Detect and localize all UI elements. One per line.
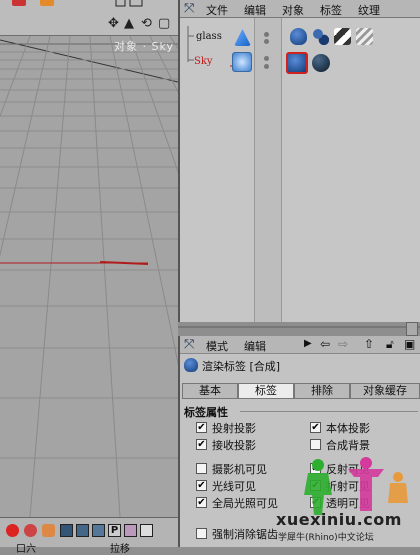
checkbox-force-antialiasing[interactable] — [196, 528, 207, 539]
visibility-render-dot[interactable] — [264, 39, 269, 44]
rotate-key-icon[interactable] — [92, 524, 105, 537]
object-name-glass[interactable]: glass — [196, 31, 222, 42]
label-compositing-background: 合成背景 — [326, 439, 370, 452]
material-tag-icon[interactable] — [312, 28, 329, 45]
menu-tags[interactable]: 标签 — [320, 2, 342, 18]
compositing-tag-icon-selected[interactable] — [286, 52, 308, 74]
render-icon[interactable] — [12, 0, 26, 6]
bottom-label-2: 拉移 — [110, 544, 130, 555]
visibility-render-dot[interactable] — [264, 64, 269, 69]
zoom-view-icon[interactable]: ▲ — [124, 16, 134, 31]
maximize-icon[interactable]: ▢ — [158, 16, 170, 31]
forward-arrow-icon[interactable]: ⇨ — [338, 337, 348, 351]
tab-basic[interactable]: 基本 — [182, 383, 238, 399]
checkbox-receive-shadows[interactable]: ✔ — [196, 439, 207, 450]
checkbox-cast-shadows[interactable]: ✔ — [196, 422, 207, 433]
manager-logo-icon: ⤧ — [184, 337, 195, 352]
sky-object-icon — [232, 52, 252, 72]
label-seen-by-camera: 摄影机可见 — [212, 463, 267, 476]
new-window-icon[interactable]: ▣ — [404, 337, 415, 351]
viewport-grid — [0, 36, 178, 517]
camera-icon[interactable] — [112, 0, 152, 8]
tab-tag[interactable]: 标签 — [238, 383, 294, 399]
texture-tag-icon[interactable] — [334, 28, 351, 45]
label-cast-shadows: 投射投影 — [212, 422, 256, 435]
tag-title-text: 渲染标签 [合成] — [202, 360, 281, 373]
panel-splitter[interactable] — [178, 322, 420, 336]
checkbox-self-shadowing[interactable]: ✔ — [310, 422, 321, 433]
object-manager-menubar: ⤧ 文件 编辑 对象 标签 纹理 — [180, 0, 420, 18]
checkbox-seen-by-camera[interactable] — [196, 463, 207, 474]
visibility-editor-dot[interactable] — [264, 32, 269, 37]
viewport-camera-label: 对象 · Sky — [114, 40, 174, 53]
compositing-tag-icon — [184, 358, 198, 372]
cone-object-icon — [234, 29, 251, 46]
label-receive-shadows: 接收投影 — [212, 439, 256, 452]
section-title: 标签属性 — [184, 406, 228, 419]
autokey-icon[interactable] — [42, 524, 55, 537]
checkbox-seen-by-rays[interactable]: ✔ — [196, 480, 207, 491]
object-manager: ⤧ 文件 编辑 对象 标签 纹理 glass Sky — [178, 0, 420, 322]
timeline-icon[interactable] — [140, 524, 153, 537]
sky-material-tag-icon[interactable] — [312, 54, 330, 72]
rotate-view-icon[interactable]: ⟲ — [141, 16, 152, 31]
render-settings-icon[interactable] — [40, 0, 54, 6]
attribute-manager-menubar: ⤧ 模式 编辑 ▶ ⇦ ⇨ ⇧ 🔓︎ ▣ — [180, 336, 420, 354]
tab-object-buffer[interactable]: 对象缓存 — [350, 383, 420, 399]
checkbox-seen-by-gi[interactable]: ✔ — [196, 497, 207, 508]
pla-key-icon[interactable] — [124, 524, 137, 537]
scrollbar-corner[interactable] — [406, 322, 418, 336]
object-row-glass[interactable]: glass — [180, 28, 420, 48]
menu-file[interactable]: 文件 — [206, 2, 228, 18]
viewport[interactable]: ✥ ▲ ⟲ ▢ 对象 · Sky — [0, 0, 178, 517]
object-row-sky[interactable]: Sky — [180, 52, 420, 74]
menu-objects[interactable]: 对象 — [282, 2, 304, 18]
lock-icon[interactable]: 🔓︎ — [386, 337, 394, 352]
move-key-icon[interactable] — [60, 524, 73, 537]
menu-mode[interactable]: 模式 — [206, 338, 228, 354]
manager-logo-icon: ⤧ — [184, 1, 195, 16]
bottom-label-1: 口六 — [16, 544, 36, 555]
tab-exclusion[interactable]: 排除 — [294, 383, 350, 399]
watermark-caption: 学犀牛(Rhino)中文论坛 — [278, 533, 374, 543]
record-icon[interactable] — [6, 524, 19, 537]
watermark-site: xuexiniu.com — [276, 510, 402, 529]
section-divider — [240, 411, 418, 412]
viewport-toolbar: ✥ ▲ ⟲ ▢ — [0, 0, 178, 36]
scale-key-icon[interactable] — [76, 524, 89, 537]
menu-edit[interactable]: 编辑 — [244, 338, 266, 354]
play-arrow-icon[interactable]: ▶ — [304, 338, 312, 349]
move-view-icon[interactable]: ✥ — [108, 16, 119, 31]
up-arrow-icon[interactable]: ⇧ — [364, 337, 374, 351]
param-key-icon[interactable]: P — [108, 524, 121, 537]
visibility-editor-dot[interactable] — [264, 56, 269, 61]
object-name-sky[interactable]: Sky — [194, 56, 213, 67]
checkbox-compositing-background[interactable] — [310, 439, 321, 450]
keyframe-icon[interactable] — [24, 524, 37, 537]
back-arrow-icon[interactable]: ⇦ — [320, 337, 330, 351]
label-seen-by-rays: 光线可见 — [212, 480, 256, 493]
viewport-bottom-toolbar: P 口六 拉移 — [0, 517, 178, 555]
texture-tag-2-icon[interactable] — [356, 28, 373, 45]
render-tag-icon[interactable] — [290, 28, 307, 45]
label-self-shadowing: 本体投影 — [326, 422, 370, 435]
menu-edit[interactable]: 编辑 — [244, 2, 266, 18]
menu-textures[interactable]: 纹理 — [358, 2, 380, 18]
splitter-line — [178, 326, 420, 328]
